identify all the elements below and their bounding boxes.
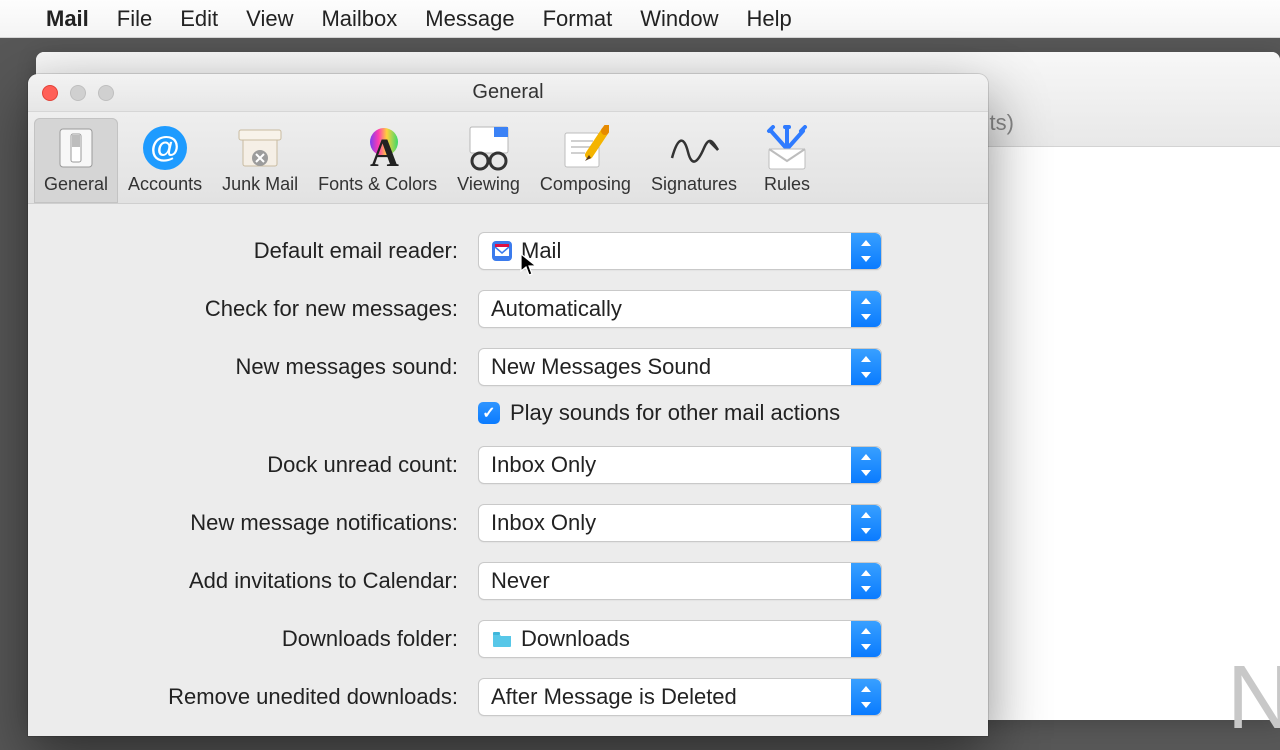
menu-mailbox[interactable]: Mailbox (321, 6, 397, 32)
mail-app-icon (491, 240, 513, 262)
tab-label: Fonts & Colors (318, 174, 437, 195)
app-menu[interactable]: Mail (46, 6, 89, 32)
tab-signatures[interactable]: Signatures (641, 118, 747, 203)
dropdown-stepper[interactable] (851, 563, 881, 599)
label-remove-downloads: Remove unedited downloads: (68, 684, 458, 710)
tab-composing[interactable]: Composing (530, 118, 641, 203)
junk-icon (234, 124, 286, 172)
composing-icon (559, 124, 611, 172)
tab-label: Rules (764, 174, 810, 195)
general-form: Default email reader: Mail Check for new… (28, 204, 988, 736)
dropdown-stepper[interactable] (851, 679, 881, 715)
menu-help[interactable]: Help (747, 6, 792, 32)
select-default-reader[interactable]: Mail (478, 232, 882, 270)
select-value: Inbox Only (491, 452, 596, 478)
dropdown-stepper[interactable] (851, 233, 881, 269)
menu-format[interactable]: Format (543, 6, 613, 32)
window-close-button[interactable] (42, 85, 58, 101)
select-remove-downloads[interactable]: After Message is Deleted (478, 678, 882, 716)
dropdown-stepper[interactable] (851, 505, 881, 541)
preferences-window: General General @ Accounts Junk Mail (28, 74, 988, 736)
checkbox-play-sounds[interactable]: ✓ (478, 402, 500, 424)
tab-label: General (44, 174, 108, 195)
select-dock-unread[interactable]: Inbox Only (478, 446, 882, 484)
switch-icon (50, 124, 102, 172)
tab-label: Viewing (457, 174, 520, 195)
label-calendar-invites: Add invitations to Calendar: (68, 568, 458, 594)
tab-label: Junk Mail (222, 174, 298, 195)
window-title: General (472, 81, 543, 104)
placeholder-fragment: N (1227, 647, 1280, 750)
at-icon: @ (139, 124, 191, 172)
menu-window[interactable]: Window (640, 6, 718, 32)
preferences-tabs: General @ Accounts Junk Mail A Fonts & C… (28, 112, 988, 204)
tab-label: Accounts (128, 174, 202, 195)
select-value: Never (491, 568, 550, 594)
menu-view[interactable]: View (246, 6, 293, 32)
label-default-reader: Default email reader: (68, 238, 458, 264)
select-downloads-folder[interactable]: Downloads (478, 620, 882, 658)
label-check-messages: Check for new messages: (68, 296, 458, 322)
window-titlebar[interactable]: General (28, 74, 988, 112)
tab-label: Signatures (651, 174, 737, 195)
select-value: Mail (521, 238, 561, 264)
checkbox-label: Play sounds for other mail actions (510, 400, 840, 426)
svg-text:A: A (370, 130, 399, 170)
viewing-icon (463, 124, 515, 172)
menu-message[interactable]: Message (425, 6, 514, 32)
select-value: After Message is Deleted (491, 684, 737, 710)
folder-icon (491, 628, 513, 650)
label-new-msg-sound: New messages sound: (68, 354, 458, 380)
menu-edit[interactable]: Edit (180, 6, 218, 32)
window-minimize-button[interactable] (70, 85, 86, 101)
fonts-icon: A (352, 124, 404, 172)
menu-file[interactable]: File (117, 6, 152, 32)
tab-general[interactable]: General (34, 118, 118, 203)
dropdown-stepper[interactable] (851, 621, 881, 657)
tab-junk-mail[interactable]: Junk Mail (212, 118, 308, 203)
label-downloads-folder: Downloads folder: (68, 626, 458, 652)
select-check-messages[interactable]: Automatically (478, 290, 882, 328)
label-dock-unread: Dock unread count: (68, 452, 458, 478)
rules-icon (761, 124, 813, 172)
label-notifications: New message notifications: (68, 510, 458, 536)
select-new-msg-sound[interactable]: New Messages Sound (478, 348, 882, 386)
select-notifications[interactable]: Inbox Only (478, 504, 882, 542)
dropdown-stepper[interactable] (851, 349, 881, 385)
dropdown-stepper[interactable] (851, 291, 881, 327)
window-zoom-button[interactable] (98, 85, 114, 101)
signatures-icon (668, 124, 720, 172)
svg-text:@: @ (150, 131, 179, 164)
tab-accounts[interactable]: @ Accounts (118, 118, 212, 203)
toolbar-text-fragment: ts) (990, 110, 1014, 136)
tab-rules[interactable]: Rules (747, 118, 827, 203)
tab-fonts-colors[interactable]: A Fonts & Colors (308, 118, 447, 203)
select-value: Automatically (491, 296, 622, 322)
select-value: New Messages Sound (491, 354, 711, 380)
select-value: Inbox Only (491, 510, 596, 536)
tab-viewing[interactable]: Viewing (447, 118, 530, 203)
select-value: Downloads (521, 626, 630, 652)
select-calendar-invites[interactable]: Never (478, 562, 882, 600)
macos-menubar: Mail File Edit View Mailbox Message Form… (0, 0, 1280, 38)
tab-label: Composing (540, 174, 631, 195)
dropdown-stepper[interactable] (851, 447, 881, 483)
